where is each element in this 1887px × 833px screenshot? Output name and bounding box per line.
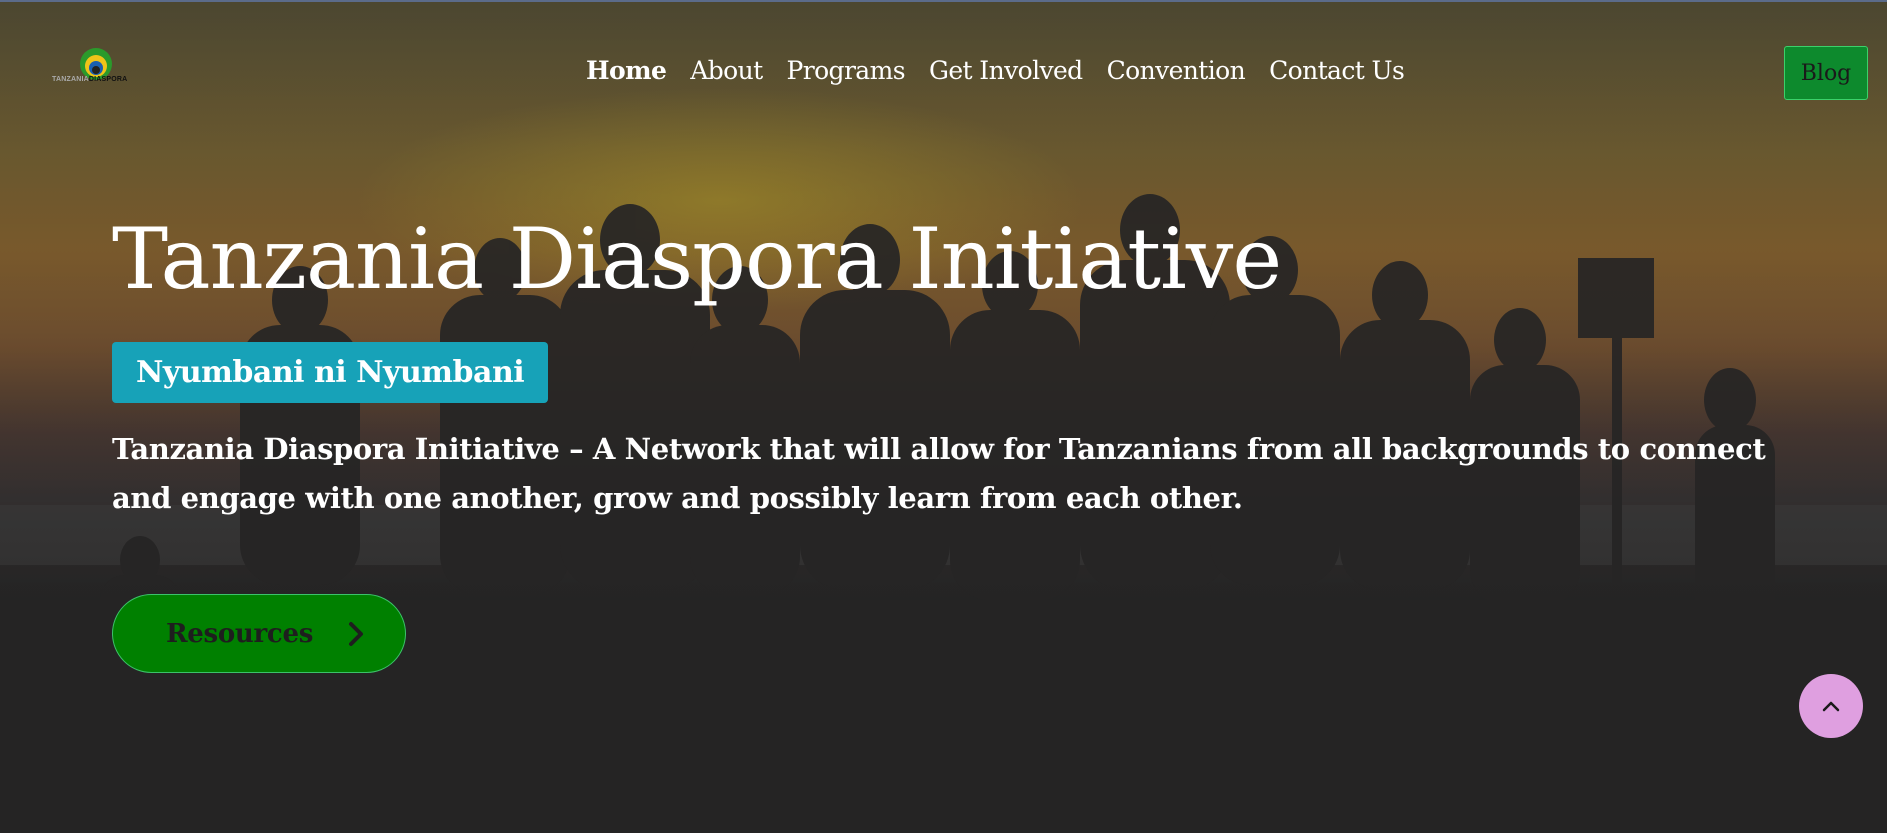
nav-item-home[interactable]: Home: [586, 56, 667, 85]
logo-wordmark: TANZANIADIASPORA: [52, 76, 127, 83]
chevron-right-icon: [349, 621, 364, 646]
chevron-up-icon: [1822, 701, 1840, 712]
hero-title: Tanzania Diaspora Initiative: [112, 210, 1282, 308]
resources-button-label: Resources: [166, 618, 314, 649]
resources-button[interactable]: Resources: [112, 594, 406, 673]
nav-item-programs[interactable]: Programs: [787, 56, 906, 85]
nav-item-convention[interactable]: Convention: [1107, 56, 1246, 85]
logo-text-tanzania: TANZANIA: [52, 76, 89, 83]
crowd-silhouette-image: [0, 194, 1887, 833]
hero-description: Tanzania Diaspora Initiative – A Network…: [112, 432, 1766, 515]
nav-item-get-involved[interactable]: Get Involved: [929, 56, 1083, 85]
scroll-to-top-button[interactable]: [1799, 674, 1863, 738]
main-navigation: Home About Programs Get Involved Convent…: [586, 56, 1428, 85]
logo-text-diaspora: DIASPORA: [88, 76, 128, 83]
blog-button[interactable]: Blog: [1784, 46, 1868, 100]
site-logo[interactable]: TANZANIADIASPORA: [52, 44, 142, 88]
hero-background: [0, 0, 1887, 833]
hero-tagline-badge: Nyumbani ni Nyumbani: [112, 342, 549, 403]
nav-item-about[interactable]: About: [690, 56, 763, 85]
nav-item-contact-us[interactable]: Contact Us: [1269, 56, 1405, 85]
